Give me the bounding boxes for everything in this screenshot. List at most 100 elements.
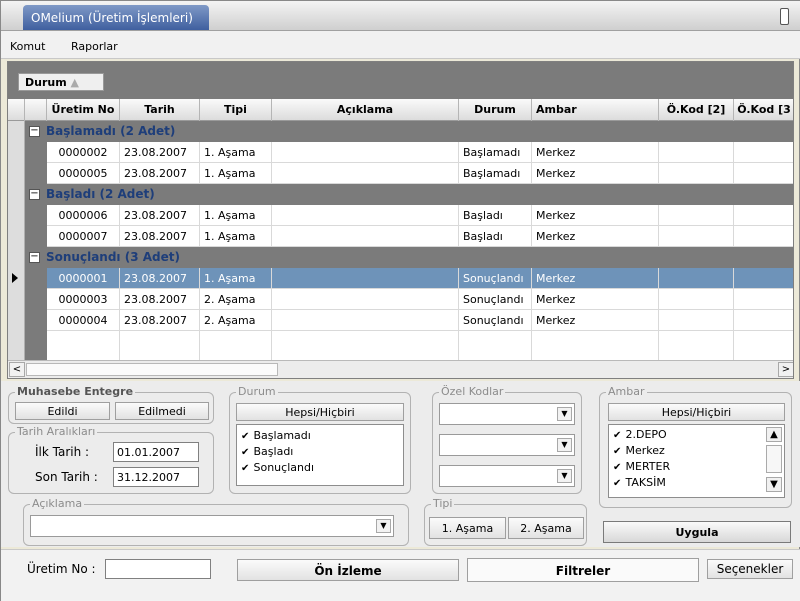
ambar-check-taksim[interactable]: ✔ TAKSİM — [613, 476, 666, 491]
grid-header: Üretim No Tarih Tipi Açıklama Durum Amba… — [8, 99, 793, 121]
uretim-no-input[interactable] — [105, 559, 211, 579]
chevron-down-icon[interactable]: ▼ — [557, 438, 572, 452]
column-divider — [271, 331, 272, 361]
ozel-kod-combo-3[interactable]: ▼ — [439, 465, 575, 487]
cell-ambar: Merkez — [532, 310, 659, 331]
tipi-asama1-button[interactable]: 1. Aşama — [429, 517, 506, 539]
cell-aciklama — [272, 289, 459, 310]
cell-tarih: 23.08.2007 — [120, 268, 200, 289]
menu-komut[interactable]: Komut — [10, 40, 45, 53]
group-by-label: Durum — [25, 76, 67, 89]
aciklama-combo[interactable]: ▼ — [30, 515, 394, 537]
scroll-thumb[interactable] — [26, 363, 278, 376]
group-row-sonuclandi[interactable]: − Sonuçlandı (3 Adet) — [8, 247, 793, 268]
cell-okod2 — [659, 205, 734, 226]
durum-check-sonuclandi[interactable]: ✔ Sonuçlandı — [241, 461, 314, 476]
collapse-icon[interactable]: − — [29, 189, 40, 200]
cell-aciklama — [272, 205, 459, 226]
cell-tarih: 23.08.2007 — [120, 226, 200, 247]
aciklama-legend: Açıklama — [30, 497, 85, 510]
cell-durum: Başlamadı — [459, 163, 532, 184]
cell-durum: Başladı — [459, 205, 532, 226]
chevron-up-icon[interactable]: ▲ — [766, 427, 782, 442]
cell-durum: Başladı — [459, 226, 532, 247]
ambar-hepsi-button[interactable]: Hepsi/Hiçbiri — [608, 403, 785, 421]
cell-tarih: 23.08.2007 — [120, 310, 200, 331]
col-tipi[interactable]: Tipi — [200, 99, 272, 121]
col-ambar[interactable]: Ambar — [532, 99, 659, 121]
uygula-button[interactable]: Uygula — [603, 521, 791, 543]
son-tarih-input[interactable]: 31.12.2007 — [113, 467, 199, 487]
collapse-icon[interactable]: − — [29, 126, 40, 137]
durum-legend: Durum — [236, 385, 278, 398]
chevron-down-icon[interactable]: ▼ — [557, 469, 572, 483]
col-okod-3[interactable]: Ö.Kod [3 — [734, 99, 793, 121]
cell-no: 0000007 — [47, 226, 120, 247]
edildi-button[interactable]: Edildi — [15, 402, 110, 420]
header-indicator — [8, 99, 25, 121]
check-icon: ✔ — [613, 446, 622, 457]
table-row[interactable]: 0000007 23.08.2007 1. Aşama Başladı Merk… — [8, 226, 793, 247]
col-okod-2[interactable]: Ö.Kod [2] — [659, 99, 734, 121]
ambar-legend: Ambar — [606, 385, 647, 398]
chevron-down-icon[interactable]: ▼ — [376, 519, 391, 533]
filtreler-button[interactable]: Filtreler — [467, 558, 699, 582]
muhasebe-group: Muhasebe Entegre Edildi Edilmedi — [8, 385, 214, 424]
group-row-basladi[interactable]: − Başladı (2 Adet) — [8, 184, 793, 205]
tipi-asama2-button[interactable]: 2. Aşama — [508, 517, 584, 539]
durum-check-baslamadi[interactable]: ✔ Başlamadı — [241, 429, 311, 444]
col-tarih[interactable]: Tarih — [120, 99, 200, 121]
col-aciklama[interactable]: Açıklama — [272, 99, 459, 121]
secenekler-button[interactable]: Seçenekler — [707, 559, 793, 579]
col-durum[interactable]: Durum — [459, 99, 532, 121]
window-control-button[interactable] — [780, 8, 789, 25]
cell-tipi: 1. Aşama — [200, 268, 272, 289]
durum-list: ✔ Başlamadı ✔ Başladı ✔ Sonuçlandı — [236, 424, 404, 486]
chevron-down-icon[interactable]: ▼ — [766, 477, 782, 492]
ambar-list-scrollbar[interactable]: ▲ ▼ — [766, 427, 782, 495]
table-row[interactable]: 0000006 23.08.2007 1. Aşama Başladı Merk… — [8, 205, 793, 226]
scroll-thumb[interactable] — [766, 445, 782, 473]
group-by-durum-chip[interactable]: Durum ▲ — [18, 73, 104, 91]
group-row-baslamadi[interactable]: − Başlamadı (2 Adet) — [8, 121, 793, 142]
group-indent — [25, 289, 47, 310]
table-row[interactable]: 0000003 23.08.2007 2. Aşama Sonuçlandı M… — [8, 289, 793, 310]
cell-okod3 — [734, 226, 793, 247]
chevron-down-icon[interactable]: ▼ — [557, 407, 572, 421]
horizontal-scrollbar[interactable]: < > — [8, 360, 793, 378]
cell-tipi: 1. Aşama — [200, 163, 272, 184]
table-row[interactable]: 0000004 23.08.2007 2. Aşama Sonuçlandı M… — [8, 310, 793, 331]
durum-hepsi-button[interactable]: Hepsi/Hiçbiri — [236, 403, 404, 421]
group-indent — [25, 205, 47, 226]
ilk-tarih-input[interactable]: 01.01.2007 — [113, 442, 199, 462]
ambar-group: Ambar Hepsi/Hiçbiri ✔ 2.DEPO ✔ Merkez ✔ … — [599, 385, 792, 508]
check-icon: ✔ — [241, 447, 250, 458]
son-tarih-label: Son Tarih : — [35, 470, 98, 484]
collapse-icon[interactable]: − — [29, 252, 40, 263]
edilmedi-button[interactable]: Edilmedi — [115, 402, 209, 420]
cell-durum: Başlamadı — [459, 142, 532, 163]
ozel-kod-combo-2[interactable]: ▼ — [439, 434, 575, 456]
menu-raporlar[interactable]: Raporlar — [71, 40, 118, 53]
table-row-selected[interactable]: 0000001 23.08.2007 1. Aşama Sonuçlandı M… — [8, 268, 793, 289]
production-grid: Durum ▲ Üretim No Tarih Tipi Açıklama Du… — [7, 61, 794, 379]
header-indent — [25, 99, 47, 121]
durum-item-label: Başladı — [253, 445, 294, 458]
table-row[interactable]: 0000002 23.08.2007 1. Aşama Başlamadı Me… — [8, 142, 793, 163]
col-uretim-no[interactable]: Üretim No — [47, 99, 120, 121]
cell-okod3 — [734, 289, 793, 310]
scroll-left-button[interactable]: < — [9, 362, 25, 377]
ozel-kod-combo-1[interactable]: ▼ — [439, 403, 575, 425]
scroll-right-button[interactable]: > — [778, 362, 793, 377]
cell-ambar: Merkez — [532, 226, 659, 247]
ilk-tarih-label: İlk Tarih : — [35, 445, 90, 459]
durum-check-basladi[interactable]: ✔ Başladı — [241, 445, 293, 460]
on-izleme-button[interactable]: Ön İzleme — [237, 559, 459, 581]
table-row[interactable]: 0000005 23.08.2007 1. Aşama Başlamadı Me… — [8, 163, 793, 184]
ambar-check-merter[interactable]: ✔ MERTER — [613, 460, 670, 475]
durum-group: Durum Hepsi/Hiçbiri ✔ Başlamadı ✔ Başlad… — [229, 385, 411, 494]
ambar-check-2depo[interactable]: ✔ 2.DEPO — [613, 428, 667, 443]
ambar-check-merkez[interactable]: ✔ Merkez — [613, 444, 665, 459]
cell-durum: Sonuçlandı — [459, 310, 532, 331]
cell-tarih: 23.08.2007 — [120, 205, 200, 226]
